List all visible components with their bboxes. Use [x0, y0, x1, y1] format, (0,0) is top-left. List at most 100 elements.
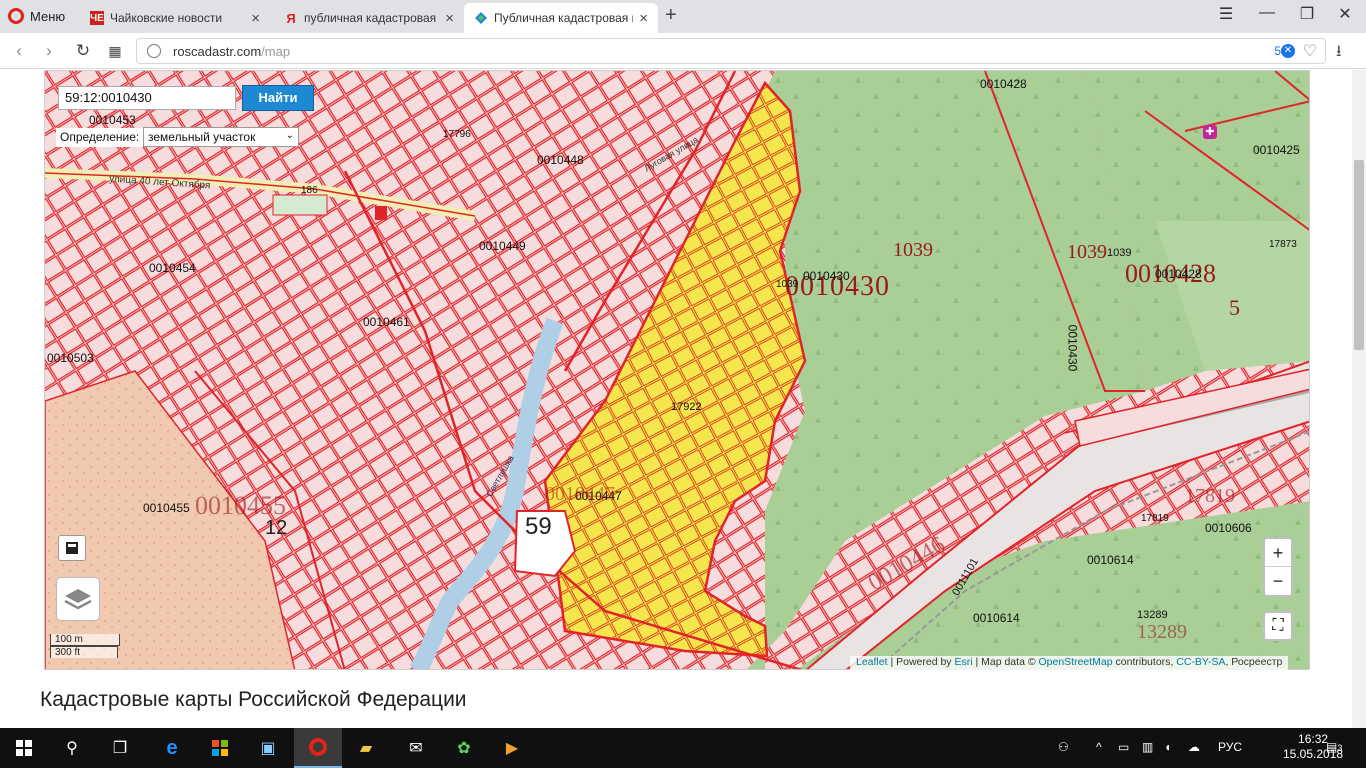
cadastral-number-input[interactable]: 59:12:0010430 — [58, 86, 236, 110]
file-explorer-icon[interactable]: ▰ — [342, 728, 390, 768]
definition-select[interactable]: земельный участок ⌄ — [143, 127, 299, 147]
yandex-icon: Я — [286, 10, 296, 26]
language-indicator[interactable]: РУС — [1218, 740, 1242, 754]
close-tab-icon[interactable]: × — [639, 10, 648, 27]
battery-icon[interactable]: ▭ — [1118, 740, 1129, 754]
people-icon[interactable]: ⚇ — [1058, 740, 1069, 754]
download-icon[interactable]: ⭳ — [1336, 40, 1342, 67]
tab-title: Чайковские новости — [110, 11, 223, 25]
scale-imperial: 300 ft — [50, 646, 118, 658]
task-view-icon[interactable]: ❐ — [96, 728, 144, 768]
plot-label: 12 — [265, 517, 288, 539]
speed-dial-icon[interactable]: ▦ — [104, 40, 126, 62]
leaflet-link[interactable]: Leaflet — [856, 656, 888, 668]
find-button[interactable]: Найти — [242, 85, 314, 111]
plot-label: 1039 — [893, 239, 933, 261]
new-tab-plus-icon[interactable]: + — [665, 4, 677, 27]
plot-label: 17922 — [671, 401, 702, 413]
plot-label: 59 — [525, 513, 552, 540]
esri-link[interactable]: Esri — [954, 656, 972, 668]
hospital-icon[interactable]: ✚ — [1203, 125, 1217, 139]
close-tab-icon[interactable]: × — [251, 10, 260, 27]
url-domain: roscadastr.com — [173, 44, 262, 59]
layers-icon[interactable] — [56, 577, 100, 621]
scrollbar-thumb[interactable] — [1354, 160, 1364, 350]
mail-icon[interactable]: ✉ — [392, 728, 440, 768]
quarter-label: 0010461 — [363, 315, 410, 329]
plot-label: 13289 — [1137, 609, 1168, 621]
plot-label: 13289 — [1137, 621, 1187, 643]
tray-chevron-icon[interactable]: ^ — [1096, 740, 1102, 754]
cloud-icon[interactable]: ☁ — [1188, 740, 1200, 754]
windows-start-icon[interactable] — [0, 728, 48, 768]
rosreestr-icon — [474, 11, 488, 25]
definition-label: Определение: — [56, 128, 144, 147]
tab-strip: Меню ЧЕ Чайковские новости × Я публичная… — [0, 0, 1366, 33]
quarter-label: 0010425 — [1253, 143, 1300, 157]
quarter-label: 0010449 — [479, 239, 526, 253]
scale-metric: 100 m — [50, 634, 120, 646]
quarter-label: 0010454 — [149, 261, 196, 275]
restore-icon[interactable]: ❐ — [1292, 4, 1322, 24]
zoom-in-button[interactable]: + — [1265, 539, 1291, 567]
plot-label: 17819 — [1185, 485, 1235, 507]
media-player-icon[interactable]: ▶ — [488, 728, 536, 768]
quarter-label: 0010447 — [545, 483, 615, 505]
windows-taskbar: ⚲ ❐ e ▣ ▰ ✉ ✿ ▶ ⚇ ^ ▭ ▥ ◖ ☁ РУС 16:32 15… — [0, 728, 1366, 768]
volume-icon[interactable]: ◖ — [1164, 740, 1171, 754]
notifications-icon[interactable]: ▤3 — [1326, 740, 1342, 754]
minimize-icon[interactable]: — — [1252, 4, 1282, 22]
icq-icon[interactable]: ✿ — [440, 728, 488, 768]
back-arrow-icon[interactable]: ‹ — [8, 40, 30, 62]
network-icon[interactable]: ▥ — [1142, 740, 1153, 754]
tab-yandex-search[interactable]: Я публичная кадастровая к × — [274, 3, 464, 33]
quarter-label: 0010428 — [1155, 267, 1202, 281]
search-icon[interactable]: ⚲ — [48, 728, 96, 768]
address-bar-row: ‹ › ↻ ▦ roscadastr.com/map 5 ✕ ♡ — [0, 33, 1366, 69]
quarter-label: 0010503 — [47, 351, 94, 365]
quarter-label: 0010455 — [143, 501, 190, 515]
close-window-icon[interactable]: ✕ — [1330, 4, 1360, 24]
osm-link[interactable]: OpenStreetMap — [1038, 656, 1112, 668]
adblock-icon[interactable]: ✕ — [1281, 44, 1295, 58]
page-scrollbar[interactable] — [1352, 70, 1366, 728]
building-icon — [375, 206, 387, 220]
reload-icon[interactable]: ↻ — [72, 40, 94, 62]
cadastral-map[interactable]: 0010430 0010430 1039 1039 1039 1039 0010… — [44, 70, 1310, 670]
close-tab-icon[interactable]: × — [445, 10, 454, 27]
zoom-out-button[interactable]: − — [1265, 567, 1291, 595]
opera-taskbar-icon[interactable] — [294, 728, 342, 768]
forward-arrow-icon[interactable]: › — [38, 40, 60, 62]
bookmark-heart-icon[interactable]: ♡ — [1303, 41, 1317, 61]
quarter-label: 0010430 — [803, 269, 850, 283]
tab-chaikovskie-novosti[interactable]: ЧЕ Чайковские новости × — [80, 3, 270, 33]
plot-label: 5 — [1229, 295, 1240, 320]
quarter-label: 0010428 — [980, 77, 1027, 91]
print-map-icon[interactable] — [58, 535, 86, 561]
address-field[interactable]: roscadastr.com/map 5 ✕ ♡ — [136, 38, 1326, 64]
store-icon[interactable] — [196, 728, 244, 768]
definition-value: земельный участок — [148, 130, 256, 144]
quarter-label: 0010606 — [1205, 521, 1252, 535]
license-link[interactable]: CC-BY-SA — [1176, 656, 1225, 668]
chaikovskie-novosti-icon: ЧЕ — [90, 11, 104, 25]
attribution-text: | Map data © — [975, 656, 1036, 668]
photos-icon[interactable]: ▣ — [244, 728, 292, 768]
quarter-label: 0010614 — [1087, 553, 1134, 567]
quarter-label: 0010430 — [1065, 324, 1080, 372]
notification-count: 3 — [1337, 743, 1343, 753]
plot-label: 1039 — [1067, 241, 1107, 263]
fullscreen-icon[interactable]: ⛶ — [1263, 611, 1293, 641]
tab-menu-icon[interactable]: ☰ — [1211, 4, 1241, 24]
tab-public-cadastral-map[interactable]: Публичная кадастровая к × — [464, 3, 658, 33]
edge-icon[interactable]: e — [148, 728, 196, 768]
plot-label: 17873 — [1269, 239, 1297, 250]
plot-label: 17796 — [443, 129, 471, 140]
quarter-label: 0010614 — [973, 611, 1020, 625]
opera-menu-button[interactable]: Меню — [8, 6, 65, 26]
quarter-label: 0010453 — [89, 113, 136, 127]
map-attribution: Leaflet | Powered by Esri | Map data © O… — [850, 656, 1289, 670]
map-scale: 100 m 300 ft — [50, 634, 120, 658]
url-path: /map — [261, 44, 291, 59]
tab-title: публичная кадастровая к — [304, 11, 440, 25]
